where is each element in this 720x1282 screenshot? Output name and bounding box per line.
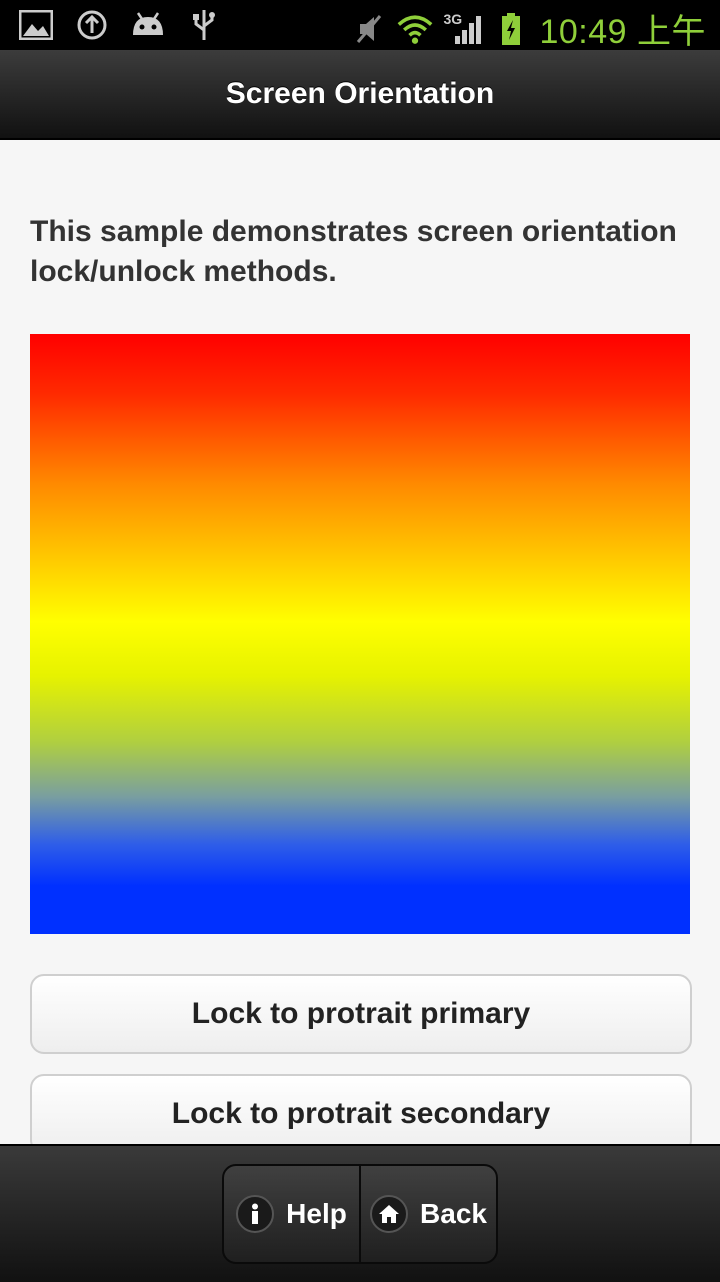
lock-portrait-primary-button[interactable]: Lock to protrait primary bbox=[30, 974, 692, 1054]
wifi-icon bbox=[397, 11, 433, 47]
mute-icon bbox=[351, 11, 387, 47]
main-content[interactable]: This sample demonstrates screen orientat… bbox=[0, 140, 720, 1144]
android-debug-icon bbox=[130, 7, 166, 43]
orientation-gradient-box bbox=[30, 334, 690, 934]
signal-icon: 3G bbox=[443, 11, 483, 47]
back-button[interactable]: Back bbox=[359, 1166, 496, 1262]
help-label: Help bbox=[286, 1198, 347, 1229]
home-icon bbox=[370, 1195, 409, 1233]
battery-charging-icon bbox=[493, 11, 529, 47]
info-icon bbox=[236, 1195, 275, 1233]
clock: 10:49 上午 bbox=[539, 13, 706, 51]
status-bar: 3G 10:49 上午 bbox=[0, 0, 720, 53]
notification-icons bbox=[18, 7, 222, 43]
system-icons: 3G 10:49 上午 bbox=[351, 4, 706, 53]
lock-portrait-secondary-button[interactable]: Lock to protrait secondary bbox=[30, 1074, 692, 1144]
page-title: Screen Orientation bbox=[225, 77, 495, 110]
usb-icon bbox=[186, 7, 222, 43]
description-text: This sample demonstrates screen orientat… bbox=[30, 215, 677, 288]
network-type-label: 3G bbox=[443, 10, 463, 27]
back-label: Back bbox=[420, 1198, 487, 1229]
footer-bar: Help Back bbox=[0, 1144, 720, 1282]
help-button[interactable]: Help bbox=[224, 1166, 359, 1262]
sync-icon bbox=[74, 7, 110, 43]
gallery-icon bbox=[18, 7, 54, 43]
footer-button-group: Help Back bbox=[222, 1164, 498, 1264]
app-header: Screen Orientation bbox=[0, 50, 720, 140]
